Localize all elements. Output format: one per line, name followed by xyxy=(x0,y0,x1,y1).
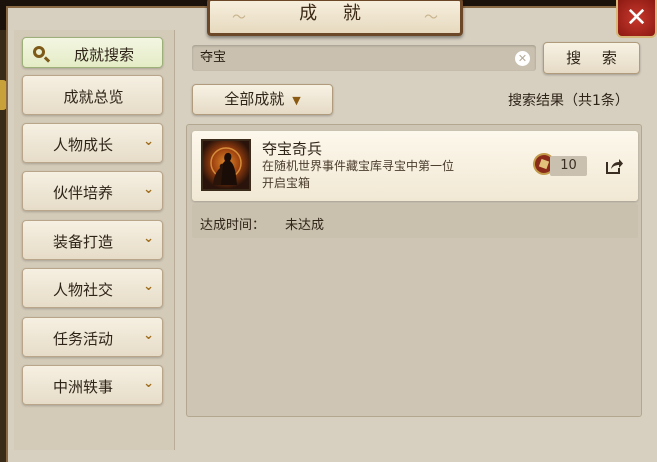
sidebar-item-middle-continent-anecdotes[interactable]: 中洲轶事 ⌄ xyxy=(22,365,163,405)
chevron-down-icon: ⌄ xyxy=(143,134,154,149)
chevron-down-icon: ⌄ xyxy=(143,231,154,246)
sidebar-item-equipment-forging[interactable]: 装备打造 ⌄ xyxy=(22,220,163,260)
achievement-image xyxy=(201,139,251,191)
chevron-down-icon: ⌄ xyxy=(143,328,154,343)
sidebar-item-quest-activity[interactable]: 任务活动 ⌄ xyxy=(22,317,163,357)
sidebar-item-label: 中洲轶事 xyxy=(52,378,113,396)
share-icon[interactable] xyxy=(604,156,624,176)
chevron-down-icon: ⌄ xyxy=(143,182,154,197)
sidebar-item-label: 成就总览 xyxy=(63,88,124,106)
window-title: 成 就 xyxy=(299,3,371,24)
sidebar-item-label: 人物社交 xyxy=(52,281,113,299)
title-ornament-right: 〜 xyxy=(424,10,438,26)
achievement-title: 夺宝奇兵 xyxy=(262,140,323,158)
achievement-time-label: 达成时间： xyxy=(200,218,266,233)
sidebar-item-label: 装备打造 xyxy=(52,233,113,251)
chevron-down-icon: ⌄ xyxy=(143,376,154,391)
sidebar-item-label: 成就搜索 xyxy=(73,46,134,64)
result-count: 搜索结果（共1条） xyxy=(508,93,629,109)
search-icon xyxy=(33,46,45,58)
achievement-points: 10 xyxy=(550,156,587,176)
triangle-down-icon: ▼ xyxy=(292,94,301,107)
search-input[interactable]: 夺宝 xyxy=(192,45,536,71)
title-ornament-left: 〜 xyxy=(232,10,246,26)
sidebar-item-partner-training[interactable]: 伙伴培养 ⌄ xyxy=(22,171,163,211)
sidebar-item-label: 人物成长 xyxy=(52,136,113,154)
filter-dropdown[interactable]: 全部成就 ▼ xyxy=(192,84,333,115)
window-title-plaque: 〜 成 就 〜 xyxy=(207,0,463,36)
clear-icon[interactable]: ✕ xyxy=(515,51,530,66)
sidebar-item-achievement-search[interactable]: 成就搜索 xyxy=(22,37,163,68)
filter-label: 全部成就 xyxy=(224,90,285,108)
sidebar-item-character-growth[interactable]: 人物成长 ⌄ xyxy=(22,123,163,163)
sidebar-item-label: 任务活动 xyxy=(52,330,113,348)
chevron-down-icon: ⌄ xyxy=(143,279,154,294)
search-button[interactable]: 搜 索 xyxy=(543,42,640,74)
sidebar-item-label: 伙伴培养 xyxy=(52,184,113,202)
close-button[interactable]: ✕ xyxy=(616,0,657,38)
sidebar-item-character-social[interactable]: 人物社交 ⌄ xyxy=(22,268,163,308)
sidebar-item-achievement-overview[interactable]: 成就总览 xyxy=(22,75,163,115)
achievement-description: 在随机世界事件藏宝库寻宝中第一位开启宝箱 xyxy=(262,159,455,190)
achievement-time-value: 未达成 xyxy=(285,218,325,233)
